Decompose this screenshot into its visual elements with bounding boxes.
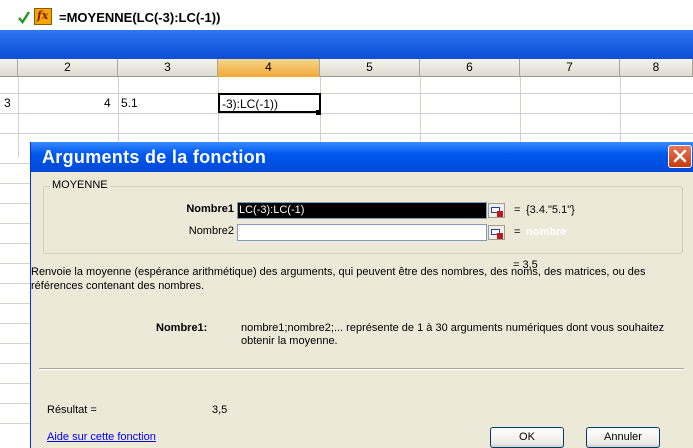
arg-input-nombre1-value: LC(-3):LC(-1) [238, 203, 486, 218]
function-arguments-dialog: Arguments de la fonction MOYENNE Nombre1… [30, 142, 693, 448]
fill-handle[interactable] [316, 110, 321, 115]
column-header-selected[interactable]: 4 [218, 59, 320, 77]
close-button[interactable] [668, 145, 692, 168]
dialog-title-bar[interactable]: Arguments de la fonction [31, 142, 693, 172]
collapse-dialog-button[interactable] [488, 225, 505, 240]
column-header[interactable]: 3 [118, 59, 218, 77]
fx-icon-text: fx [37, 9, 49, 22]
grid-line [0, 113, 693, 114]
row-header-corner[interactable] [0, 59, 18, 77]
arg-result-nombre2: nombre [526, 226, 567, 238]
equals-sign: = [514, 226, 521, 238]
column-header[interactable]: 7 [520, 59, 620, 77]
formula-bar: fx =MOYENNE(LC(-3):LC(-1)) [0, 0, 693, 30]
function-description: Renvoie la moyenne (espérance arithmétiq… [31, 266, 646, 292]
result-value: 3,5 [212, 404, 228, 416]
help-link[interactable]: Aide sur cette fonction [47, 431, 156, 443]
column-header[interactable]: 2 [18, 59, 118, 77]
ok-button[interactable]: OK [490, 427, 564, 448]
separator [39, 368, 684, 370]
range-icon-arrow [497, 211, 503, 217]
arg-description-text: nombre1;nombre2;... représente de 1 à 30… [241, 322, 665, 347]
toolbar-strip [0, 30, 693, 59]
arg-result-nombre1: {3.4."5.1"} [526, 204, 575, 216]
column-header[interactable]: 8 [620, 59, 693, 77]
arg-label-nombre1: Nombre1 [186, 203, 234, 215]
column-header[interactable]: 6 [420, 59, 520, 77]
grid-line [18, 77, 19, 157]
formula-text[interactable]: =MOYENNE(LC(-3):LC(-1)) [59, 10, 220, 25]
equals-sign: = [514, 204, 521, 216]
cell-value[interactable]: 5.1 [121, 96, 138, 110]
cancel-button[interactable]: Annuler [586, 427, 660, 448]
close-icon [673, 149, 687, 163]
arg-input-nombre2[interactable] [237, 224, 487, 241]
collapse-dialog-button[interactable] [488, 203, 505, 218]
grid-line [0, 133, 693, 134]
arg-description-label: Nombre1: [156, 322, 208, 334]
column-headers: 2 3 4 5 6 7 8 [0, 59, 693, 77]
row-number-partial: 3 [4, 96, 11, 110]
check-icon[interactable] [18, 10, 30, 24]
result-label: Résultat = [47, 404, 97, 416]
cell-value[interactable]: 4 [104, 96, 111, 110]
range-icon-arrow [497, 233, 503, 239]
arg-input-nombre1[interactable]: LC(-3):LC(-1) [237, 202, 487, 219]
grid-line [0, 93, 693, 94]
dialog-title: Arguments de la fonction [42, 147, 267, 167]
fx-icon[interactable]: fx [34, 8, 52, 25]
column-header[interactable]: 5 [320, 59, 420, 77]
arg-label-nombre2: Nombre2 [188, 225, 234, 237]
arguments-group: MOYENNE Nombre1 LC(-3):LC(-1) = {3.4."5.… [43, 179, 683, 254]
active-cell[interactable]: -3):LC(-1)) [218, 93, 321, 113]
excel-window: fx =MOYENNE(LC(-3):LC(-1)) 2 3 4 5 6 7 8 [0, 0, 693, 448]
active-cell-text: -3):LC(-1)) [222, 97, 278, 111]
group-label: MOYENNE [50, 179, 110, 191]
